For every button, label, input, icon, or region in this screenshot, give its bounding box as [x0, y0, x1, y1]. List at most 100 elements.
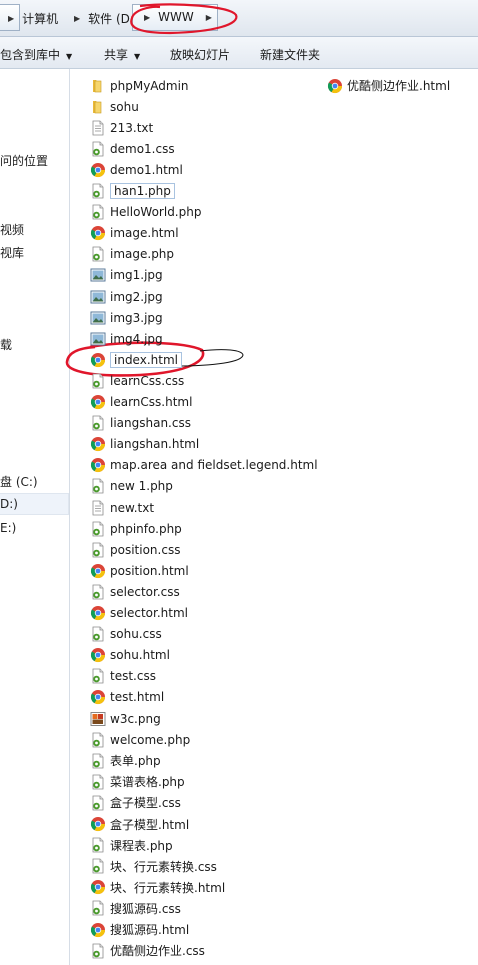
nav-item-drive-d[interactable]: D:): [0, 497, 18, 511]
file-item[interactable]: sohu: [90, 97, 139, 116]
css-file-icon: [90, 795, 106, 811]
file-name: 菜谱表格.php: [110, 775, 185, 790]
file-item[interactable]: img1.jpg: [90, 266, 163, 285]
nav-item-label: E:): [0, 521, 17, 535]
php-file-icon: [90, 837, 106, 853]
nav-item-label: 盘 (C:): [0, 475, 38, 489]
file-item[interactable]: 优酷侧边作业.css: [90, 941, 205, 960]
file-item[interactable]: han1.php: [90, 182, 175, 201]
file-item[interactable]: 表单.php: [90, 751, 161, 770]
file-name: selector.html: [110, 606, 188, 620]
file-item[interactable]: liangshan.css: [90, 414, 191, 433]
command-toolbar: 包含到库中 ▼ 共享 ▼ 放映幻灯片 新建文件夹: [0, 37, 478, 69]
navigation-pane: 问的位置 视频 视库 载 盘 (C:) D:) E:): [0, 69, 70, 965]
include-in-library-button[interactable]: 包含到库中 ▼: [0, 46, 72, 63]
slideshow-button[interactable]: 放映幻灯片: [170, 46, 230, 63]
file-item[interactable]: sohu.css: [90, 625, 162, 644]
file-item[interactable]: 课程表.php: [90, 836, 173, 855]
nav-item-recent-places[interactable]: 问的位置: [0, 152, 48, 169]
file-item[interactable]: learnCss.css: [90, 371, 184, 390]
file-item[interactable]: 块、行元素转换.css: [90, 857, 217, 876]
png-file-icon: [90, 711, 106, 727]
file-item[interactable]: selector.css: [90, 582, 180, 601]
nav-item-downloads[interactable]: 载: [0, 336, 12, 353]
file-item[interactable]: sohu.html: [90, 646, 170, 665]
file-name: 优酷侧边作业.css: [110, 944, 205, 959]
file-item[interactable]: image.html: [90, 224, 179, 243]
file-item[interactable]: selector.html: [90, 604, 188, 623]
file-item[interactable]: position.css: [90, 540, 180, 559]
file-item[interactable]: demo1.css: [90, 139, 175, 158]
file-name: liangshan.html: [110, 437, 200, 452]
php-file-icon: [90, 753, 106, 769]
text-file-icon: [90, 500, 106, 516]
chrome-html-icon: [90, 457, 106, 473]
breadcrumb-www[interactable]: ▶ WWW ▶: [144, 10, 220, 24]
file-item[interactable]: index.html: [90, 350, 182, 369]
share-button[interactable]: 共享 ▼: [104, 46, 140, 63]
nav-item-drive-c[interactable]: 盘 (C:): [0, 473, 38, 490]
annotation-pen-stroke: [174, 349, 244, 367]
file-item[interactable]: img2.jpg: [90, 287, 163, 306]
nav-item-videos[interactable]: 视频: [0, 221, 24, 238]
chrome-html-icon: [90, 922, 106, 938]
breadcrumb-drive-d[interactable]: ▶ 软件 (D:): [74, 10, 139, 27]
file-item[interactable]: img4.jpg: [90, 329, 163, 348]
file-name: image.html: [110, 226, 179, 241]
file-item[interactable]: 搜狐源码.html: [90, 920, 189, 939]
nav-item-label: 视频: [0, 223, 25, 237]
image-file-icon: [90, 289, 106, 305]
file-item[interactable]: 213.txt: [90, 118, 153, 137]
file-item[interactable]: test.html: [90, 688, 164, 707]
file-item[interactable]: welcome.php: [90, 730, 190, 749]
file-item[interactable]: image.php: [90, 245, 174, 264]
new-folder-button[interactable]: 新建文件夹: [260, 46, 320, 63]
breadcrumb-label: WWW: [158, 10, 194, 24]
file-item[interactable]: demo1.html: [90, 160, 183, 179]
file-item[interactable]: new.txt: [90, 498, 154, 517]
file-item[interactable]: phpinfo.php: [90, 519, 182, 538]
breadcrumb-arrow-icon: ▶: [74, 14, 81, 23]
file-item[interactable]: img3.jpg: [90, 308, 163, 327]
file-item[interactable]: position.html: [90, 561, 189, 580]
nav-item-media-library[interactable]: 视库: [0, 244, 24, 261]
file-name: 表单.php: [110, 754, 161, 769]
chevron-down-icon: ▼: [134, 52, 141, 61]
file-name: 优酷侧边作业.html: [347, 79, 451, 93]
folder-icon: [90, 78, 106, 94]
nav-item-label: D:): [0, 497, 18, 511]
annotation-overlay: [65, 3, 244, 377]
file-item[interactable]: liangshan.html: [90, 435, 199, 454]
file-name: 块、行元素转换.html: [110, 880, 226, 895]
file-item[interactable]: learnCss.html: [90, 393, 192, 412]
chrome-html-icon: [90, 225, 106, 241]
file-item[interactable]: 盒子模型.css: [90, 793, 181, 812]
file-item[interactable]: 搜狐源码.css: [90, 899, 181, 918]
file-name: position.html: [110, 563, 189, 578]
file-name: w3c.png: [110, 711, 161, 726]
file-item[interactable]: 块、行元素转换.html: [90, 878, 225, 897]
php-file-icon: [90, 732, 106, 748]
nav-item-drive-e[interactable]: E:): [0, 521, 16, 535]
file-item[interactable]: 优酷侧边作业.html: [327, 76, 450, 95]
file-name: 213.txt: [110, 120, 154, 135]
chrome-html-icon: [90, 816, 106, 832]
file-item[interactable]: HelloWorld.php: [90, 203, 201, 222]
file-name: han1.php: [110, 183, 175, 199]
button-label: 包含到库中: [0, 48, 61, 62]
file-item[interactable]: 盒子模型.html: [90, 815, 189, 834]
file-item[interactable]: phpMyAdmin: [90, 76, 189, 95]
file-name: img3.jpg: [110, 310, 163, 325]
file-name: sohu.html: [110, 648, 170, 663]
file-item[interactable]: map.area and fieldset.legend.html: [90, 456, 318, 475]
file-item[interactable]: test.css: [90, 667, 156, 686]
php-file-icon: [90, 204, 106, 220]
address-bar[interactable]: ▶ 计算机 ▶ 软件 (D:) ▶ WWW ▶: [0, 0, 478, 37]
breadcrumb-computer[interactable]: ▶ 计算机: [8, 10, 58, 27]
file-item[interactable]: new 1.php: [90, 477, 173, 496]
file-item[interactable]: 菜谱表格.php: [90, 772, 185, 791]
folder-icon: [90, 99, 106, 115]
file-item[interactable]: w3c.png: [90, 709, 161, 728]
file-name: position.css: [110, 542, 181, 557]
file-name: index.html: [110, 351, 182, 368]
